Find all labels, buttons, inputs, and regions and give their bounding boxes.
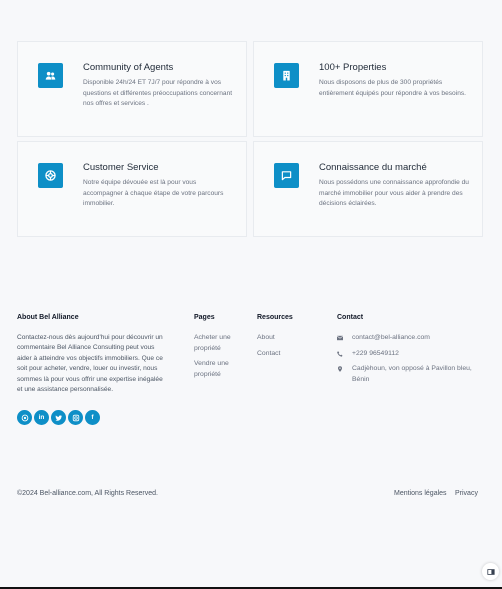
footer-link-legal[interactable]: Mentions légales — [394, 490, 447, 497]
footer-link-contact[interactable]: Contact — [257, 349, 293, 360]
feature-description: Nous possédons une connaissance approfon… — [319, 179, 469, 207]
feature-card-properties: 100+ Properties Nous disposons de plus d… — [253, 41, 483, 137]
footer-link-sell[interactable]: Vendre une propriété — [194, 359, 244, 380]
footer-about-text: Contactez-nous dès aujourd'hui pour déco… — [17, 334, 163, 394]
envelope-icon — [337, 333, 352, 341]
feature-title: 100+ Properties — [319, 62, 387, 73]
feature-card-market: Connaissance du marché Nous possédons un… — [253, 141, 483, 237]
footer-contact: Contact contact@bel-alliance.com +229 96… — [337, 314, 477, 385]
lifebuoy-icon — [38, 163, 63, 188]
feature-description: Notre équipe dévouée est là pour vous ac… — [83, 179, 224, 207]
copyright: ©2024 Bel-alliance.com, All Rights Reser… — [17, 490, 158, 497]
feature-description: Disponible 24h/24 ET 7J/7 pour répondre … — [83, 79, 233, 107]
feature-title: Community of Agents — [83, 62, 174, 73]
contact-address: Cadjèhoun, von opposé à Pavillon bleu, B… — [352, 365, 472, 383]
phone-icon — [337, 349, 352, 357]
footer-link-privacy[interactable]: Privacy — [455, 490, 478, 497]
cookie-settings-button[interactable] — [482, 563, 499, 580]
twitter-icon[interactable] — [51, 410, 66, 426]
feature-title: Customer Service — [83, 162, 159, 173]
contact-address-row: Cadjèhoun, von opposé à Pavillon bleu, B… — [337, 364, 477, 385]
map-pin-icon — [337, 364, 352, 372]
footer-about: About Bel Alliance Contactez-nous dès au… — [17, 314, 165, 426]
feature-description: Nous disposons de plus de 300 propriétés… — [319, 79, 466, 97]
facebook-icon[interactable]: f — [85, 410, 100, 426]
footer-resources-heading: Resources — [257, 314, 293, 321]
footer-resources: Resources About Contact — [257, 314, 293, 359]
contact-email: contact@bel-alliance.com — [352, 334, 430, 341]
website-icon[interactable] — [17, 410, 32, 426]
instagram-icon[interactable] — [68, 410, 83, 426]
building-icon — [274, 63, 299, 88]
feature-title: Connaissance du marché — [319, 162, 427, 173]
linkedin-icon[interactable]: in — [34, 410, 49, 426]
footer-link-buy[interactable]: Acheter une propriété — [194, 333, 244, 354]
users-icon — [38, 63, 63, 88]
footer-about-heading: About Bel Alliance — [17, 314, 79, 321]
footer-link-about[interactable]: About — [257, 333, 293, 344]
contact-email-row[interactable]: contact@bel-alliance.com — [337, 333, 477, 344]
contact-phone: +229 96549112 — [352, 349, 399, 357]
footer-pages: Pages Acheter une propriété Vendre une p… — [194, 314, 244, 380]
features-grid: Community of Agents Disponible 24h/24 ET… — [17, 41, 483, 237]
panel-icon — [486, 568, 495, 575]
contact-phone-row[interactable]: +229 96549112 — [337, 349, 477, 360]
footer-contact-heading: Contact — [337, 314, 364, 321]
feature-card-agents: Community of Agents Disponible 24h/24 ET… — [17, 41, 247, 137]
feature-card-service: Customer Service Notre équipe dévouée es… — [17, 141, 247, 237]
footer-pages-heading: Pages — [194, 314, 215, 321]
social-links: in f — [17, 410, 165, 426]
chat-icon — [274, 163, 299, 188]
